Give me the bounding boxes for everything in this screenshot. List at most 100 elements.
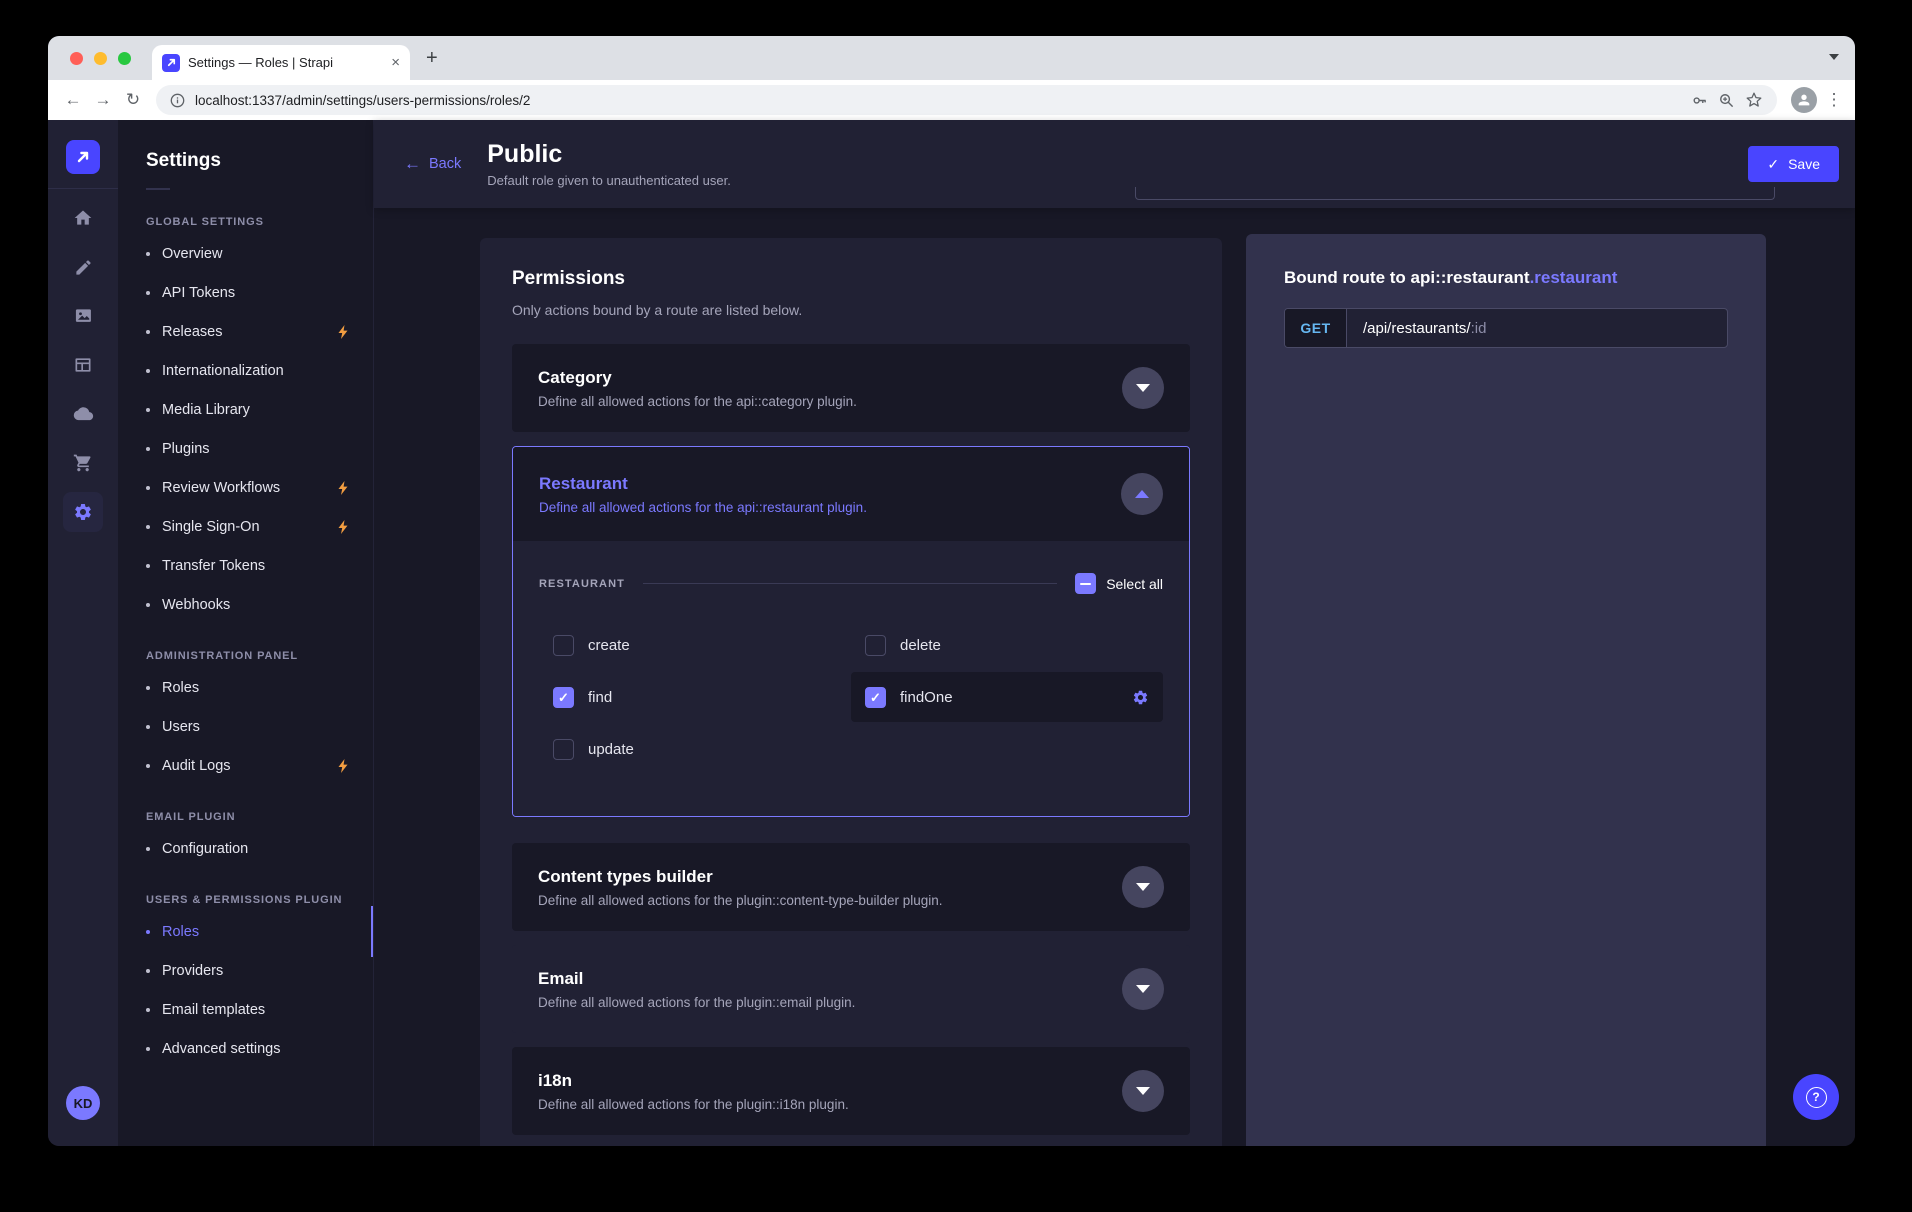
chevron-up-icon (1135, 490, 1149, 498)
permissions-panel: Permissions Only actions bound by a rout… (480, 238, 1222, 1146)
question-mark-icon: ? (1806, 1087, 1827, 1108)
create-checkbox[interactable] (553, 635, 574, 656)
expand-button[interactable] (1122, 968, 1164, 1010)
site-info-icon[interactable] (170, 93, 185, 108)
permission-find[interactable]: ✓ find (539, 672, 851, 722)
sidebar-item-api-tokens[interactable]: API Tokens (118, 273, 373, 312)
findone-checkbox[interactable]: ✓ (865, 687, 886, 708)
sidebar-item-plugins[interactable]: Plugins (118, 429, 373, 468)
find-checkbox[interactable]: ✓ (553, 687, 574, 708)
sidebar-item-advanced-settings[interactable]: Advanced settings (118, 1029, 373, 1068)
zoom-window-button[interactable] (118, 52, 131, 65)
zoom-page-icon[interactable] (1718, 92, 1735, 109)
browser-tab[interactable]: Settings — Roles | Strapi × (152, 45, 410, 80)
accordion-email[interactable]: Email Define all allowed actions for the… (512, 945, 1190, 1033)
bullet-icon (146, 725, 150, 729)
rail-divider (48, 188, 118, 189)
sidebar-item-single-sign-on[interactable]: Single Sign-On (118, 507, 373, 546)
nav-marketplace-button[interactable] (63, 443, 103, 483)
accordion-restaurant-header[interactable]: Restaurant Define all allowed actions fo… (513, 447, 1189, 541)
browser-toolbar: ← → ↻ localhost:1337/admin/settings/user… (48, 80, 1855, 120)
permission-create[interactable]: create (539, 620, 851, 670)
sidebar-item-email-configuration[interactable]: Configuration (118, 829, 373, 868)
expand-button[interactable] (1122, 367, 1164, 409)
permission-delete[interactable]: delete (851, 620, 1163, 670)
back-link[interactable]: ← Back (404, 154, 461, 174)
person-icon (1796, 92, 1812, 108)
close-window-button[interactable] (70, 52, 83, 65)
browser-menu-icon[interactable]: ⋮ (1823, 90, 1845, 110)
select-all-control[interactable]: Select all (1075, 573, 1163, 594)
settings-gear-icon[interactable] (1132, 689, 1149, 706)
route-row[interactable]: GET /api/restaurants/:id (1284, 308, 1728, 348)
address-bar[interactable]: localhost:1337/admin/settings/users-perm… (156, 85, 1777, 115)
forward-button[interactable]: → (88, 90, 118, 110)
save-button[interactable]: ✓ Save (1748, 146, 1839, 182)
strapi-favicon (162, 54, 180, 72)
accordion-i18n[interactable]: i18n Define all allowed actions for the … (512, 1047, 1190, 1135)
back-button[interactable]: ← (58, 90, 88, 110)
sidebar-item-up-roles[interactable]: Roles (118, 912, 373, 951)
tab-search-chevron-icon[interactable] (1829, 54, 1839, 60)
update-checkbox[interactable] (553, 739, 574, 760)
password-key-icon[interactable] (1691, 92, 1708, 109)
subnav-section-email-plugin: EMAIL PLUGIN Configuration (118, 811, 373, 868)
nav-media-library-button[interactable] (63, 296, 103, 336)
subnav-title-divider (146, 188, 170, 190)
select-all-checkbox[interactable] (1075, 573, 1096, 594)
check-icon: ✓ (1767, 156, 1779, 173)
permission-update[interactable]: update (539, 724, 851, 774)
minimize-window-button[interactable] (94, 52, 107, 65)
user-avatar[interactable]: KD (66, 1086, 100, 1120)
sidebar-item-providers[interactable]: Providers (118, 951, 373, 990)
sidebar-item-internationalization[interactable]: Internationalization (118, 351, 373, 390)
bookmark-star-icon[interactable] (1745, 91, 1763, 109)
accordion-restaurant-body: RESTAURANT Select all (513, 541, 1189, 816)
collapse-button[interactable] (1121, 473, 1163, 515)
sidebar-item-webhooks[interactable]: Webhooks (118, 585, 373, 624)
layout-icon (73, 355, 93, 375)
sidebar-item-review-workflows[interactable]: Review Workflows (118, 468, 373, 507)
nav-deploy-cloud-button[interactable] (63, 394, 103, 434)
chevron-down-icon (1136, 384, 1150, 392)
delete-checkbox[interactable] (865, 635, 886, 656)
group-divider (643, 583, 1057, 584)
strapi-admin: KD Settings GLOBAL SETTINGS Overview API… (48, 120, 1855, 1146)
sidebar-item-media-library[interactable]: Media Library (118, 390, 373, 429)
nav-content-manager-button[interactable] (63, 247, 103, 287)
pen-icon (74, 258, 93, 277)
help-button[interactable]: ? (1793, 1074, 1839, 1120)
sidebar-item-releases[interactable]: Releases (118, 312, 373, 351)
sidebar-item-admin-roles[interactable]: Roles (118, 668, 373, 707)
sidebar-item-overview[interactable]: Overview (118, 234, 373, 273)
chevron-down-icon (1136, 1087, 1150, 1095)
url-text: localhost:1337/admin/settings/users-perm… (195, 93, 530, 108)
accordion-content-types-builder[interactable]: Content types builder Define all allowed… (512, 843, 1190, 931)
expand-button[interactable] (1122, 866, 1164, 908)
sidebar-item-audit-logs[interactable]: Audit Logs (118, 746, 373, 785)
nav-home-button[interactable] (63, 198, 103, 238)
premium-bolt-icon (337, 520, 349, 534)
sidebar-item-email-templates[interactable]: Email templates (118, 990, 373, 1029)
close-tab-icon[interactable]: × (391, 55, 400, 70)
browser-profile-avatar[interactable] (1791, 87, 1817, 113)
reload-button[interactable]: ↻ (118, 90, 148, 110)
accordion-category[interactable]: Category Define all allowed actions for … (512, 344, 1190, 432)
permission-findone[interactable]: ✓ findOne (851, 672, 1163, 722)
premium-bolt-icon (337, 325, 349, 339)
strapi-logo[interactable] (66, 140, 100, 174)
strapi-logo-icon (75, 149, 91, 165)
bullet-icon (146, 969, 150, 973)
new-tab-button[interactable]: + (426, 47, 438, 70)
expand-button[interactable] (1122, 1070, 1164, 1112)
bullet-icon (146, 847, 150, 851)
sidebar-item-admin-users[interactable]: Users (118, 707, 373, 746)
permissions-title: Permissions (512, 268, 1190, 290)
bullet-icon (146, 603, 150, 607)
bullet-icon (146, 686, 150, 690)
sidebar-item-transfer-tokens[interactable]: Transfer Tokens (118, 546, 373, 585)
tab-strip: Settings — Roles | Strapi × + (48, 36, 1855, 80)
nav-settings-button[interactable] (63, 492, 103, 532)
nav-content-type-builder-button[interactable] (63, 345, 103, 385)
bullet-icon (146, 1047, 150, 1051)
